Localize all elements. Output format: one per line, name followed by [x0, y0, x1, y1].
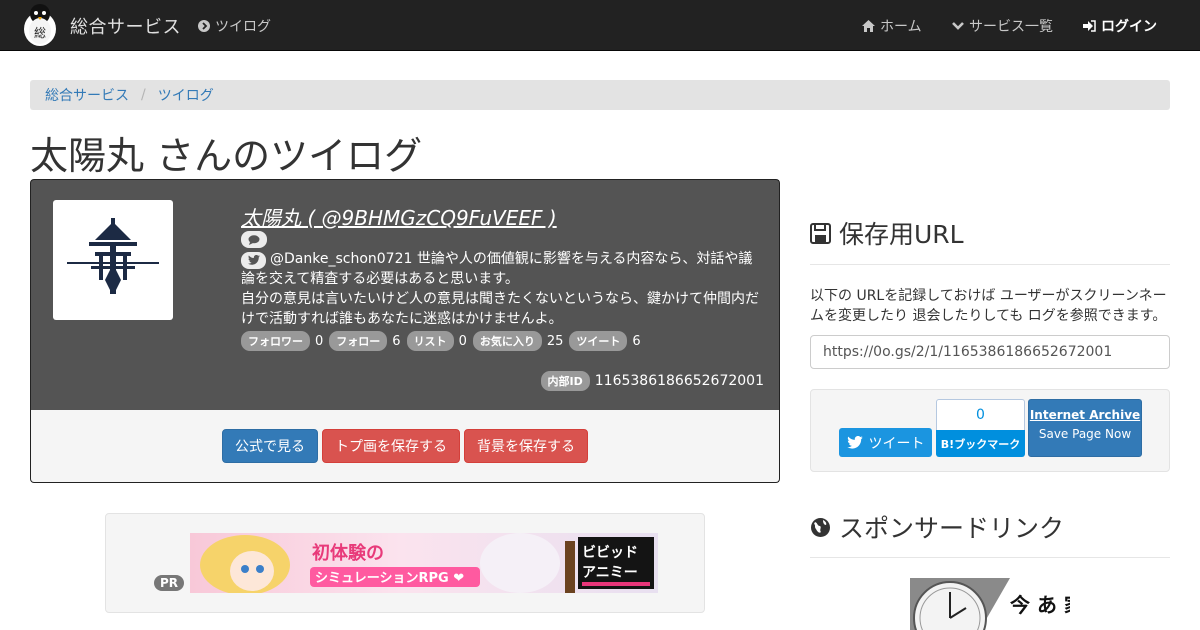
nav-twilog-link[interactable]: ツイログ: [198, 16, 271, 36]
breadcrumb-home[interactable]: 総合サービス: [45, 85, 129, 105]
internal-id: 内部ID 1165386186652672001: [540, 371, 764, 391]
internet-archive-title: Internet Archive: [1029, 408, 1141, 422]
pr-badge: PR: [154, 575, 185, 591]
banner-line-2: シミュレーションRPG ❤: [315, 571, 464, 586]
navbar: 総 総合サービス ツイログ ホーム サービス一覧 ログイン: [0, 0, 1200, 51]
tweets-label: ツイート: [569, 331, 628, 351]
banner-line-1: 初体験の: [312, 542, 384, 564]
nav-home-link[interactable]: ホーム: [862, 16, 922, 36]
clock-ad-image: 今 あ 家 .: [910, 578, 1070, 630]
tweet-label: ツイート: [868, 435, 925, 452]
following-label: フォロー: [329, 331, 388, 351]
pr-box: 初体験の シミュレーションRPG ❤ ビビッド アニミー PR: [105, 513, 705, 613]
internal-id-value: 1165386186652672001: [594, 373, 764, 389]
sponsor-ad-image[interactable]: 今 あ 家 .: [910, 578, 1070, 630]
reply-badge: [241, 231, 267, 248]
nav-twilog-label: ツイログ: [215, 19, 271, 35]
nav-home-label: ホーム: [880, 19, 922, 35]
sponsor-title: スポンサードリンク: [839, 514, 1065, 543]
floppy-disk-icon: [810, 222, 831, 244]
twitter-icon: [247, 255, 260, 265]
action-button-panel: 公式で見る トプ画を保存する 背景を保存する: [30, 410, 780, 483]
save-page-now-label: Save Page Now: [1038, 427, 1132, 441]
favorites-count: 25: [546, 333, 564, 349]
lists-count: 0: [458, 333, 467, 349]
comment-icon: [248, 234, 260, 245]
divider: [810, 264, 1170, 265]
page-title: 太陽丸 さんのツイログ: [30, 134, 423, 178]
breadcrumb: 総合サービス / ツイログ: [30, 80, 1170, 110]
avatar[interactable]: [53, 200, 173, 320]
divider: [810, 557, 1170, 558]
ad-banner[interactable]: 初体験の シミュレーションRPG ❤ ビビッド アニミー: [190, 533, 658, 593]
twitter-badge: [241, 251, 266, 269]
sponsor-ad-text: 今 あ 家 .: [1010, 593, 1070, 617]
chevron-down-icon: [952, 22, 964, 30]
home-icon: [862, 20, 875, 32]
profile-bio: @Danke_schon0721 世論や人の価値観に影響を与える内容なら、対話や…: [241, 249, 766, 329]
bio-line-1: @Danke_schon0721 世論や人の価値観に影響を与える内容なら、対話や…: [241, 251, 753, 287]
lists-label: リスト: [406, 331, 454, 351]
profile-panel: 太陽丸 ( @9BHMGzCQ9FuVEEF ) @Danke_schon072…: [30, 179, 780, 410]
brand-title[interactable]: 総合サービス: [70, 13, 181, 39]
breadcrumb-twilog[interactable]: ツイログ: [158, 85, 214, 105]
view-official-button[interactable]: 公式で見る: [222, 429, 318, 463]
penguin-logo-icon[interactable]: 総: [20, 3, 60, 47]
followers-count: 0: [315, 333, 324, 349]
sign-in-icon: [1083, 20, 1096, 32]
bio-line-2: 自分の意見は言いたいけど人の意見は聞きたくないというなら、鍵かけて仲間内だけで活…: [241, 291, 759, 327]
following-count: 6: [392, 333, 401, 349]
chevron-circle-icon: [198, 20, 210, 32]
nav-services-link[interactable]: サービス一覧: [952, 16, 1053, 36]
followers-label: フォロワー: [241, 331, 310, 351]
breadcrumb-separator: /: [141, 87, 146, 103]
internal-id-label: 内部ID: [540, 371, 590, 391]
profile-stats: フォロワー 0 フォロー 6 リスト 0 お気に入り 25 ツイート 6: [241, 331, 647, 351]
internet-archive-button[interactable]: Internet Archive Save Page Now: [1028, 399, 1142, 457]
hatena-bookmark-count: 0: [936, 399, 1025, 431]
twitter-bird-icon: [846, 436, 863, 449]
save-url-title: 保存用URL: [839, 220, 964, 249]
crest-avatar-icon: [67, 218, 159, 294]
nav-services-label: サービス一覧: [969, 19, 1053, 35]
svg-text:総: 総: [34, 26, 46, 40]
share-box: ツイート 0 B!ブックマーク Internet Archive Save Pa…: [810, 389, 1170, 472]
save-avatar-button[interactable]: トプ画を保存する: [322, 429, 460, 463]
globe-icon: [811, 517, 830, 537]
save-url-heading: 保存用URL: [810, 215, 964, 251]
save-url-field[interactable]: https://0o.gs/2/1/1165386186652672001: [810, 335, 1170, 369]
nav-login-label: ログイン: [1101, 19, 1157, 35]
save-background-button[interactable]: 背景を保存する: [464, 429, 588, 463]
profile-name-link[interactable]: 太陽丸 ( @9BHMGzCQ9FuVEEF ): [241, 202, 557, 231]
favorites-label: お気に入り: [472, 331, 542, 351]
nav-login-link[interactable]: ログイン: [1083, 16, 1157, 36]
hatena-bookmark-button[interactable]: B!ブックマーク: [936, 430, 1025, 457]
tweet-button[interactable]: ツイート: [839, 428, 932, 457]
banner-logo-1: ビビッド: [582, 545, 638, 561]
banner-logo-2: アニミー: [582, 565, 638, 581]
sponsor-heading: スポンサードリンク: [810, 509, 1064, 545]
tweets-count: 6: [632, 333, 641, 349]
save-url-description: 以下の URLを記録しておけば ユーザーがスクリーンネームを変更したり 退会した…: [810, 288, 1167, 324]
